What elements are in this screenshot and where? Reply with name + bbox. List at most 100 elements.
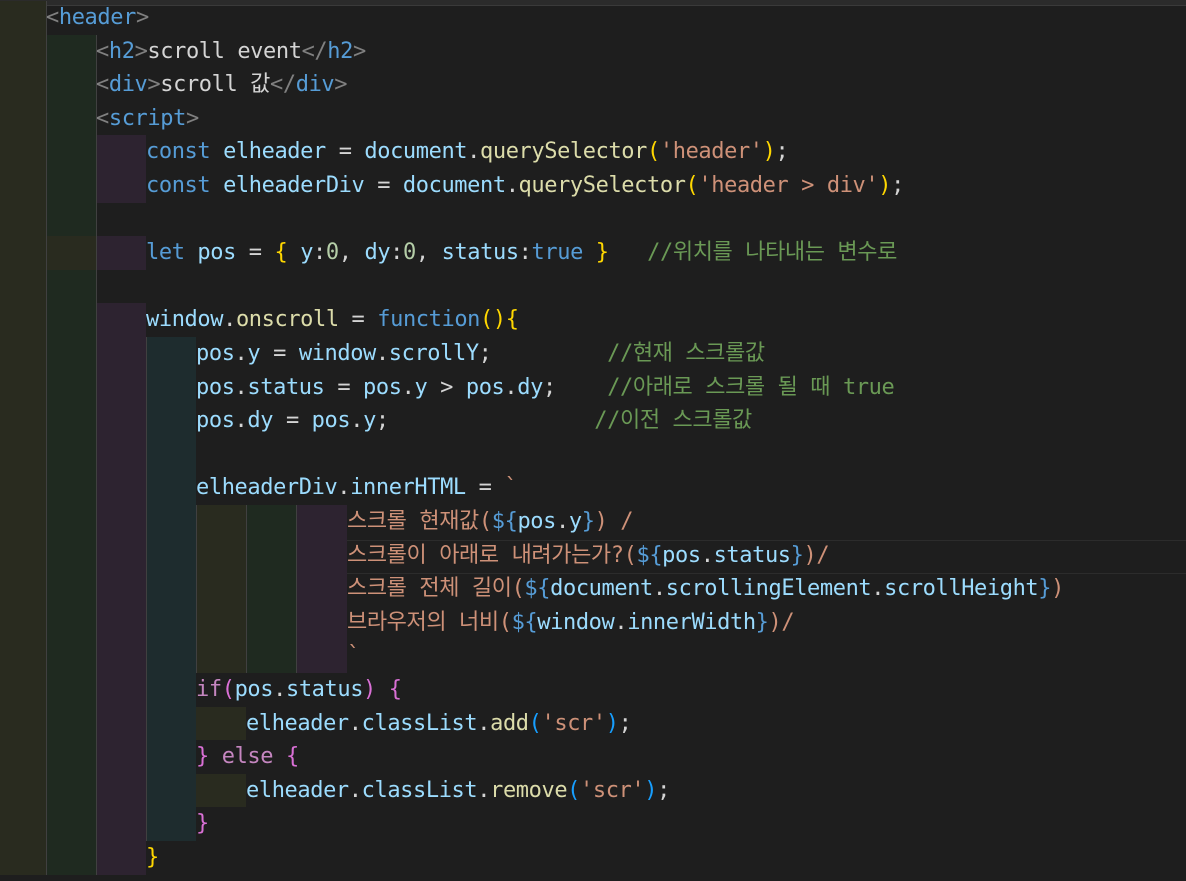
code-token: . bbox=[350, 408, 364, 434]
code-token: </ bbox=[270, 72, 296, 98]
code-line[interactable]: pos.dy = pos.y; //이전 스크롤값 bbox=[196, 404, 752, 438]
indent-guide-line bbox=[146, 337, 147, 841]
code-token: ${ bbox=[524, 576, 551, 602]
code-token: ) bbox=[762, 139, 776, 165]
code-token: , bbox=[338, 240, 365, 266]
code-token: : bbox=[313, 240, 326, 266]
code-token: { bbox=[505, 307, 519, 333]
code-token: : bbox=[390, 240, 404, 266]
code-line[interactable]: let pos = { y:0, dy:0, status:true } //위… bbox=[146, 236, 897, 270]
code-token: classList bbox=[361, 710, 478, 736]
code-token: pos bbox=[196, 408, 235, 434]
indent-guide-line bbox=[96, 34, 97, 875]
code-token: //현재 스크롤값 bbox=[607, 341, 765, 366]
code-editor[interactable]: <header> <h2>scroll event</h2> <div>scroll… bbox=[0, 0, 1186, 881]
code-token: //이전 스크롤값 bbox=[594, 408, 752, 434]
indent-guide-block bbox=[0, 236, 96, 270]
code-token: dy bbox=[517, 374, 543, 400]
code-token: ; bbox=[542, 374, 608, 400]
code-token: 스크롤이 아래로 내려가는가?( bbox=[347, 542, 637, 568]
code-line[interactable]: } else { bbox=[196, 740, 299, 774]
code-line[interactable]: window.onscroll = function(){ bbox=[146, 303, 519, 337]
code-token: ; bbox=[657, 777, 670, 803]
code-token: . bbox=[871, 576, 885, 602]
code-line[interactable]: 브라우저의 너비(${window.innerWidth})/ bbox=[347, 606, 795, 640]
code-token: . bbox=[375, 341, 389, 366]
code-token: elheaderDiv bbox=[196, 475, 338, 501]
editor-top-border bbox=[0, 0, 1186, 6]
code-token: pos bbox=[363, 374, 402, 400]
code-token: ( bbox=[647, 139, 660, 165]
code-token: ( bbox=[567, 777, 581, 803]
code-token: div bbox=[108, 72, 148, 98]
code-line[interactable]: 스크롤 전체 길이(${document.scrollingElement.sc… bbox=[347, 572, 1064, 606]
code-token: window bbox=[146, 307, 224, 333]
code-line[interactable]: 스크롤이 아래로 내려가는가?(${pos.status})/ bbox=[347, 539, 830, 573]
indent-guide-block bbox=[196, 505, 246, 673]
code-token: ` bbox=[504, 475, 518, 501]
code-token: . bbox=[504, 374, 518, 400]
code-line[interactable]: <header> bbox=[46, 1, 149, 35]
code-token: 브라우저의 너비( bbox=[347, 609, 512, 635]
code-line[interactable]: ` bbox=[347, 639, 360, 673]
code-token: . bbox=[614, 609, 628, 635]
indent-guide-block bbox=[0, 1, 46, 875]
code-token: 스크롤 전체 길이( bbox=[347, 576, 525, 602]
code-token: classList bbox=[361, 777, 478, 803]
code-token: { bbox=[274, 240, 301, 266]
code-token: pos bbox=[197, 240, 236, 266]
code-token: ) bbox=[363, 677, 376, 702]
code-token: = bbox=[338, 307, 378, 333]
code-line[interactable]: elheader.classList.remove('scr'); bbox=[246, 774, 670, 808]
code-token: > bbox=[135, 5, 149, 30]
code-token: : bbox=[518, 240, 532, 266]
code-token: ${ bbox=[636, 542, 663, 568]
code-token: scrollY bbox=[388, 341, 479, 366]
code-token: ` bbox=[347, 643, 360, 669]
code-token: > bbox=[334, 72, 348, 98]
code-token: div bbox=[295, 72, 335, 98]
code-token: pos bbox=[465, 374, 505, 400]
code-line[interactable]: const elheader = document.querySelector(… bbox=[146, 135, 789, 169]
code-token: = bbox=[325, 139, 365, 165]
code-line[interactable]: 스크롤 현재값(${pos.y}) / bbox=[347, 505, 634, 539]
code-token: . bbox=[401, 374, 415, 400]
code-line[interactable]: if(pos.status) { bbox=[196, 673, 402, 707]
code-token: y bbox=[247, 341, 261, 366]
code-line[interactable]: const elheaderDiv = document.querySelect… bbox=[146, 169, 904, 203]
code-line[interactable]: } bbox=[146, 841, 159, 875]
code-token: if bbox=[196, 677, 222, 702]
code-line[interactable]: elheader.classList.add('scr'); bbox=[246, 707, 632, 741]
code-token: 'header > div' bbox=[698, 173, 879, 198]
code-token: scroll event bbox=[147, 38, 302, 64]
code-line[interactable]: pos.status = pos.y > pos.dy; //아래로 스크롤 될… bbox=[196, 371, 895, 405]
code-token: . bbox=[337, 475, 351, 501]
indent-guide-line bbox=[46, 1, 47, 875]
code-token: . bbox=[555, 509, 569, 534]
code-line[interactable]: <script> bbox=[96, 102, 199, 136]
code-token: elheader bbox=[223, 139, 326, 165]
code-line[interactable]: } bbox=[196, 807, 209, 841]
code-token: scroll 값 bbox=[160, 72, 271, 98]
code-token: . bbox=[477, 777, 491, 803]
code-token: y bbox=[568, 509, 582, 534]
indent-guide-block bbox=[46, 34, 96, 875]
code-token: ; bbox=[375, 408, 595, 434]
code-token: ( bbox=[221, 677, 235, 702]
code-token: pos bbox=[517, 509, 556, 534]
code-line[interactable]: elheaderDiv.innerHTML = ` bbox=[196, 471, 518, 505]
code-token: } bbox=[196, 744, 209, 770]
code-token: ; bbox=[775, 139, 789, 165]
code-line[interactable]: <div>scroll 값</div> bbox=[96, 68, 348, 102]
code-token: = bbox=[260, 341, 299, 366]
code-token: let bbox=[146, 240, 198, 266]
code-line[interactable]: <h2>scroll event</h2> bbox=[96, 35, 366, 69]
code-token: = bbox=[235, 240, 275, 266]
code-token: . bbox=[348, 777, 362, 803]
code-line[interactable]: pos.y = window.scrollY; //현재 스크롤값 bbox=[196, 337, 765, 371]
code-token: = bbox=[364, 173, 403, 198]
indent-guide-block bbox=[96, 135, 146, 203]
code-token: ; bbox=[618, 710, 632, 736]
code-token: . bbox=[234, 374, 248, 400]
